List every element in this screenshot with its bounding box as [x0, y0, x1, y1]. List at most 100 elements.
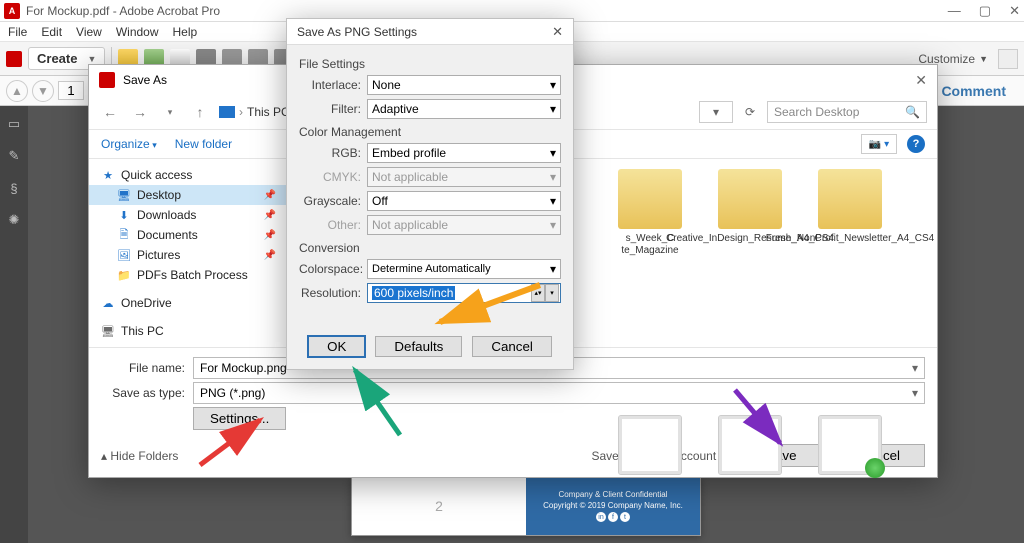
close-icon[interactable]: ✕	[1009, 3, 1020, 19]
forward-icon[interactable]: →	[129, 101, 151, 123]
png-settings-dialog: Save As PNG Settings ✕ File Settings Int…	[286, 18, 574, 370]
pin-icon: 📌	[264, 230, 276, 241]
footer-copyright: Copyright © 2019 Company Name, Inc.	[543, 501, 683, 510]
left-sidebar: ▭ ✎ § ✺	[0, 106, 28, 543]
file-tile[interactable]	[609, 415, 691, 485]
colorspace-label: Colorspace:	[299, 262, 361, 276]
organize-button[interactable]: Organize	[101, 137, 157, 151]
pin-icon: 📌	[264, 210, 276, 221]
prev-page-icon[interactable]: ▲	[6, 80, 28, 102]
next-page-icon[interactable]: ▼	[32, 80, 54, 102]
chevron-down-icon: ▾	[550, 78, 556, 92]
saveas-sidebar: ★Quick access 🖥Desktop📌 ⬇Downloads📌 🗎Doc…	[89, 159, 289, 347]
maximize-icon[interactable]: ▢	[979, 3, 991, 19]
page-number: 2	[435, 498, 443, 514]
chevron-down-icon: ▾	[912, 361, 918, 375]
png-settings-title: Save As PNG Settings	[297, 25, 417, 39]
sidebar-item-quickaccess[interactable]: ★Quick access	[89, 165, 288, 185]
create-label: Create	[37, 51, 77, 66]
chevron-down-icon: ▾	[550, 262, 556, 276]
filetype-field[interactable]: PNG (*.png)▾	[193, 382, 925, 404]
comment-link[interactable]: Comment	[941, 83, 1006, 99]
menu-file[interactable]: File	[8, 25, 27, 39]
cancel-button[interactable]: Cancel	[472, 336, 552, 357]
group-color-management: Color Management	[299, 125, 561, 139]
interlace-dropdown[interactable]: None▾	[367, 75, 561, 95]
rgb-label: RGB:	[299, 146, 361, 160]
filter-dropdown[interactable]: Adaptive▾	[367, 99, 561, 119]
file-tile[interactable]	[709, 415, 791, 485]
defaults-button[interactable]: Defaults	[375, 336, 462, 357]
menu-edit[interactable]: Edit	[41, 25, 62, 39]
crumb-thispc[interactable]: This PC	[247, 105, 290, 119]
chevron-down-icon[interactable]: ▾	[159, 101, 181, 123]
chevron-down-icon: ▼	[979, 54, 988, 64]
acrobat-icon	[99, 72, 115, 88]
chevron-down-icon: ▾	[550, 102, 556, 116]
folder-tile[interactable]: Creative_InDesign_Resume_A4_CS4	[709, 169, 791, 379]
settings-button[interactable]: Settings...	[193, 407, 286, 430]
chevron-down-icon[interactable]: ▾	[545, 284, 559, 302]
search-input[interactable]: Search Desktop 🔍	[767, 101, 927, 123]
other-dropdown: Not applicable▾	[367, 215, 561, 235]
menu-help[interactable]: Help	[173, 25, 198, 39]
resolution-label: Resolution:	[299, 286, 361, 300]
sidebar-item-documents[interactable]: 🗎Documents📌	[89, 225, 288, 245]
sidebar-item-downloads[interactable]: ⬇Downloads📌	[89, 205, 288, 225]
hide-folders-button[interactable]: ▴ Hide Folders	[101, 449, 178, 463]
rgb-dropdown[interactable]: Embed profile▾	[367, 143, 561, 163]
pin-icon: 📌	[264, 250, 276, 261]
pages-icon[interactable]: ▭	[6, 116, 22, 132]
menu-view[interactable]: View	[76, 25, 102, 39]
colorspace-dropdown[interactable]: Determine Automatically▾	[367, 259, 561, 279]
attachments-icon[interactable]: §	[6, 180, 22, 196]
interlace-label: Interlace:	[299, 78, 361, 92]
bookmarks-icon[interactable]: ✎	[6, 148, 22, 164]
up-icon[interactable]: ↑	[189, 101, 211, 123]
ok-button[interactable]: OK	[308, 336, 365, 357]
refresh-icon[interactable]: ⟳	[739, 101, 761, 123]
footer-confidential: Company & Client Confidential	[559, 490, 668, 499]
search-icon: 🔍	[905, 105, 920, 119]
grayscale-dropdown[interactable]: Off▾	[367, 191, 561, 211]
saveas-title: Save As	[123, 73, 167, 87]
app-icon: A	[4, 3, 20, 19]
pin-icon: 📌	[264, 190, 276, 201]
signatures-icon[interactable]: ✺	[6, 212, 22, 228]
chevron-down-icon: ▾	[550, 170, 556, 184]
spin-up-icon[interactable]: ▴▾	[531, 284, 545, 302]
help-icon[interactable]: ?	[907, 135, 925, 153]
sidebar-item-thispc[interactable]: 🖥This PC	[89, 321, 288, 341]
group-file-settings: File Settings	[299, 57, 561, 71]
menu-window[interactable]: Window	[116, 25, 159, 39]
drive-icon	[219, 106, 235, 118]
minimize-icon[interactable]: —	[948, 3, 961, 19]
sidebar-item-desktop[interactable]: 🖥Desktop📌	[89, 185, 288, 205]
folder-tile[interactable]: s_Week_C te_Magazine	[609, 169, 691, 379]
sidebar-item-pictures[interactable]: 🖼Pictures📌	[89, 245, 288, 265]
view-button[interactable]: 📷 ▾	[861, 134, 897, 154]
history-dropdown[interactable]: ▾	[699, 101, 733, 123]
filter-label: Filter:	[299, 102, 361, 116]
chevron-down-icon: ▼	[87, 54, 96, 64]
new-folder-button[interactable]: New folder	[175, 137, 232, 151]
sidebar-item-onedrive[interactable]: ☁OneDrive	[89, 293, 288, 313]
folder-tile[interactable]: Fresh_NonProfit_Newsletter_A4_CS4	[809, 169, 891, 379]
png-settings-buttons: OK Defaults Cancel	[287, 326, 573, 369]
expand-icon[interactable]	[998, 49, 1018, 69]
chevron-down-icon: ▾	[912, 386, 918, 400]
back-icon[interactable]: ←	[99, 101, 121, 123]
file-tile[interactable]	[809, 415, 891, 485]
grayscale-label: Grayscale:	[299, 194, 361, 208]
close-icon[interactable]: ✕	[552, 24, 563, 40]
app-title: For Mockup.pdf - Adobe Acrobat Pro	[26, 4, 220, 18]
sidebar-item-batch[interactable]: 📁PDFs Batch Process	[89, 265, 288, 285]
other-label: Other:	[299, 218, 361, 232]
social-icons: inft	[596, 512, 630, 522]
resolution-input[interactable]: 600 pixels/inch ▴▾▾	[367, 283, 561, 303]
chevron-down-icon: ▾	[550, 218, 556, 232]
chevron-down-icon: ▾	[550, 146, 556, 160]
cmyk-label: CMYK:	[299, 170, 361, 184]
page-input[interactable]	[58, 81, 84, 100]
close-icon[interactable]: ✕	[915, 72, 927, 89]
